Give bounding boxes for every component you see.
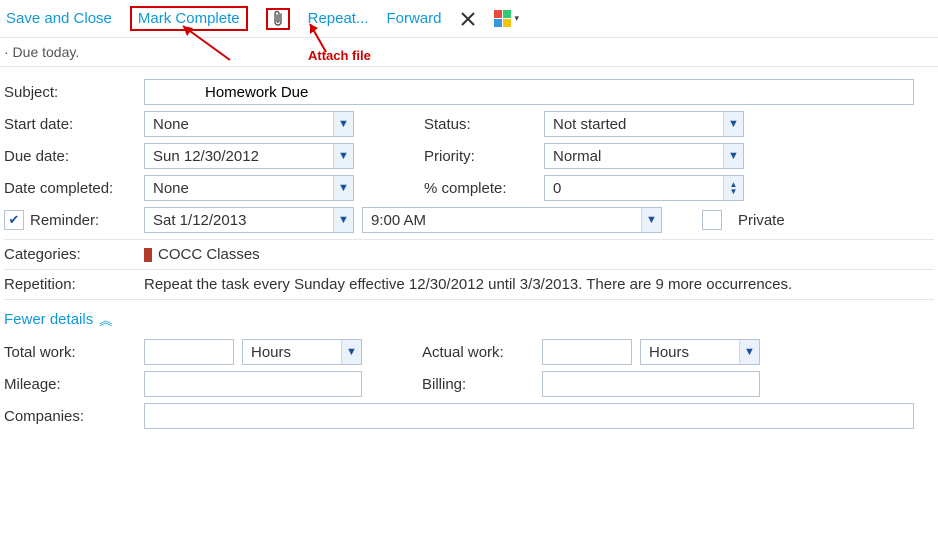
chevron-down-icon: ▼ (723, 112, 743, 136)
fewer-details-label: Fewer details (4, 311, 93, 328)
billing-input[interactable] (542, 371, 760, 397)
chevron-down-icon: ▼ (333, 208, 353, 232)
priority-label: Priority: (424, 148, 544, 165)
pct-complete-stepper[interactable]: 0 ▲▼ (544, 175, 744, 201)
status-label: Status: (424, 116, 544, 133)
save-and-close-button[interactable]: Save and Close (6, 10, 112, 27)
attach-file-button[interactable] (266, 8, 290, 30)
paperclip-icon (271, 10, 285, 28)
priority-value: Normal (545, 148, 723, 165)
fewer-details-toggle[interactable]: Fewer details ︽ (4, 306, 112, 333)
private-checkbox[interactable] (702, 210, 722, 230)
companies-input[interactable] (144, 403, 914, 429)
subject-label: Subject: (4, 84, 144, 101)
delete-button[interactable] (460, 11, 476, 27)
repetition-text: Repeat the task every Sunday effective 1… (144, 276, 792, 293)
due-banner: · Due today. (0, 38, 938, 67)
reminder-date-value: Sat 1/12/2013 (145, 212, 333, 229)
start-date-value: None (145, 116, 333, 133)
total-work-unit-select[interactable]: Hours ▼ (242, 339, 362, 365)
due-date-picker[interactable]: Sun 12/30/2012 ▼ (144, 143, 354, 169)
reminder-checkbox[interactable] (4, 210, 24, 230)
billing-label: Billing: (422, 376, 542, 393)
chevron-down-icon: ▼ (333, 176, 353, 200)
chevron-down-icon: ▼ (739, 340, 759, 364)
forward-button[interactable]: Forward (386, 10, 441, 27)
total-work-label: Total work: (4, 344, 144, 361)
status-value: Not started (545, 116, 723, 133)
repeat-button[interactable]: Repeat... (308, 10, 369, 27)
date-completed-picker[interactable]: None ▼ (144, 175, 354, 201)
private-label: Private (738, 212, 785, 229)
chevron-up-double-icon: ︽ (99, 310, 112, 329)
mileage-input[interactable] (144, 371, 362, 397)
date-completed-label: Date completed: (4, 180, 144, 197)
close-x-icon (460, 11, 476, 27)
chevron-down-icon: ▼ (641, 208, 661, 232)
reminder-label: Reminder: (30, 212, 99, 229)
actual-work-unit-value: Hours (641, 344, 739, 361)
category-color-icon (144, 248, 152, 262)
chevron-down-icon: ▼ (333, 144, 353, 168)
start-date-label: Start date: (4, 116, 144, 133)
actual-work-label: Actual work: (422, 344, 542, 361)
priority-select[interactable]: Normal ▼ (544, 143, 744, 169)
chevron-down-icon: ▼ (341, 340, 361, 364)
repetition-label: Repetition: (4, 276, 144, 293)
companies-label: Companies: (4, 408, 144, 425)
reminder-date-picker[interactable]: Sat 1/12/2013 ▼ (144, 207, 354, 233)
reminder-time-value: 9:00 AM (363, 212, 641, 229)
pct-complete-label: % complete: (424, 180, 544, 197)
actual-work-input[interactable] (542, 339, 632, 365)
categorize-icon (494, 10, 511, 27)
categories-label: Categories: (4, 246, 144, 263)
due-date-value: Sun 12/30/2012 (145, 148, 333, 165)
subject-input[interactable] (144, 79, 914, 105)
dropdown-caret-icon: ▾ (515, 13, 520, 24)
pct-complete-value: 0 (545, 180, 723, 197)
mark-complete-button[interactable]: Mark Complete (130, 6, 248, 31)
categorize-menu-button[interactable]: ▾ (494, 10, 520, 27)
actual-work-unit-select[interactable]: Hours ▼ (640, 339, 760, 365)
reminder-time-picker[interactable]: 9:00 AM ▼ (362, 207, 662, 233)
mileage-label: Mileage: (4, 376, 144, 393)
category-chip[interactable]: COCC Classes (144, 246, 260, 263)
total-work-unit-value: Hours (243, 344, 341, 361)
date-completed-value: None (145, 180, 333, 197)
status-select[interactable]: Not started ▼ (544, 111, 744, 137)
due-date-label: Due date: (4, 148, 144, 165)
start-date-picker[interactable]: None ▼ (144, 111, 354, 137)
category-name: COCC Classes (158, 246, 260, 263)
total-work-input[interactable] (144, 339, 234, 365)
spinner-icon: ▲▼ (723, 176, 743, 200)
chevron-down-icon: ▼ (333, 112, 353, 136)
chevron-down-icon: ▼ (723, 144, 743, 168)
